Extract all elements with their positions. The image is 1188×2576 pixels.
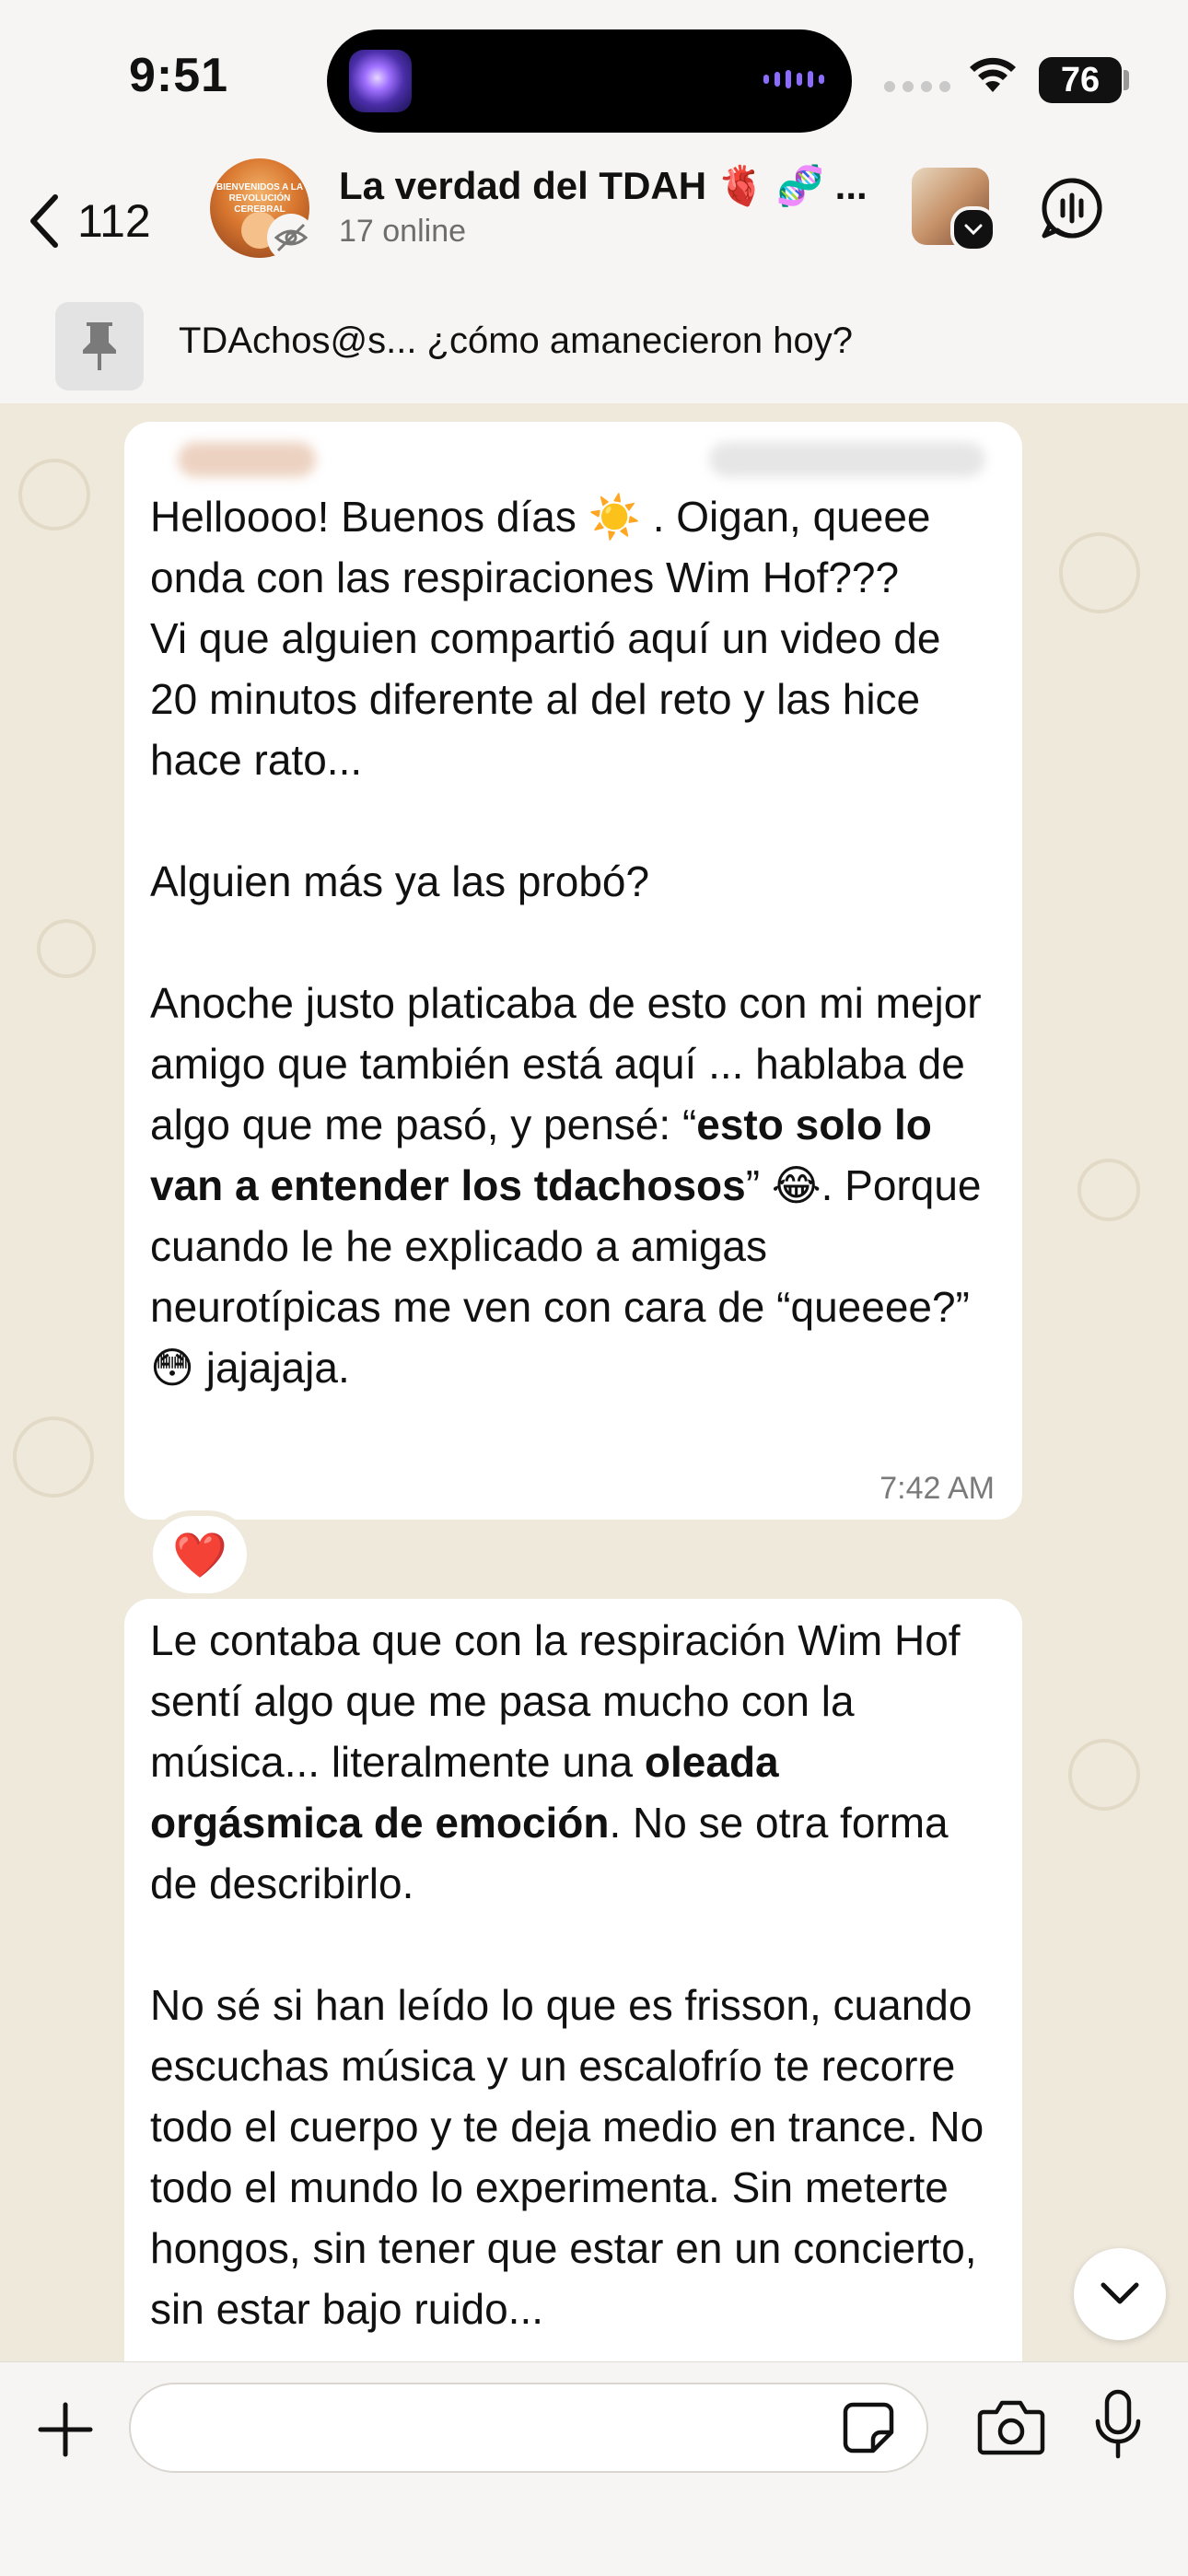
message-timestamp: 7:42 AM — [879, 1471, 995, 1506]
message-text-part: . No se otra forma de describirlo. No sé… — [150, 1799, 984, 2333]
chat-header: 112 BIENVENIDOS A LA REVOLUCIÓN CEREBRAL… — [0, 157, 1188, 286]
group-name[interactable]: La verdad del TDAH 🫀 🧬 ... — [339, 164, 868, 209]
back-button[interactable]: 112 — [28, 175, 151, 267]
pin-icon — [55, 302, 144, 390]
pinned-message-bar[interactable]: TDAchos@s... ¿cómo amanecieron hoy? — [0, 286, 1188, 404]
voice-chat-icon[interactable] — [1039, 175, 1105, 241]
chevron-down-icon — [950, 206, 996, 252]
message-bubble[interactable]: Helloooo! Buenos días ☀️ . Oigan, queee … — [124, 422, 1022, 1520]
microphone-icon[interactable] — [1092, 2388, 1144, 2462]
battery-tip — [1124, 70, 1129, 90]
wallpaper-doodle — [13, 1416, 94, 1498]
wallpaper-doodle — [1059, 532, 1140, 613]
audio-waveform-icon — [763, 70, 824, 88]
dynamic-island[interactable] — [327, 29, 852, 133]
now-playing-app-icon — [349, 50, 412, 112]
scroll-to-bottom-button[interactable] — [1074, 2248, 1166, 2340]
camera-icon[interactable] — [976, 2397, 1046, 2456]
battery-indicator: 76 — [1039, 57, 1122, 103]
status-time: 9:51 — [129, 49, 229, 102]
wallpaper-doodle — [37, 919, 96, 978]
heart-reaction[interactable]: ❤️ — [153, 1516, 247, 1593]
avatar-caption: BIENVENIDOS A LA REVOLUCIÓN CEREBRAL — [215, 182, 304, 215]
message-text-part: Helloooo! Buenos días ☀️ . Oigan, queee … — [150, 493, 982, 1148]
wifi-icon — [970, 57, 1016, 92]
sticker-icon[interactable] — [840, 2399, 897, 2456]
sender-phone-redacted — [709, 442, 985, 477]
message-bubble[interactable]: Le contaba que con la respiración Wim Ho… — [124, 1599, 1022, 2361]
message-text: Le contaba que con la respiración Wim Ho… — [150, 1610, 995, 2339]
chevron-left-icon — [30, 194, 58, 248]
message-input[interactable] — [129, 2383, 928, 2473]
status-bar: 9:51 76 — [0, 0, 1188, 157]
online-count: 17 online — [339, 214, 467, 249]
chat-messages[interactable]: Helloooo! Buenos días ☀️ . Oigan, queee … — [0, 403, 1188, 2361]
message-composer — [0, 2361, 1188, 2576]
hidden-eye-icon — [267, 214, 315, 262]
wallpaper-doodle — [18, 459, 90, 530]
sender-name-redacted — [178, 442, 316, 477]
wallpaper-doodle — [1077, 1159, 1140, 1221]
message-text: Helloooo! Buenos días ☀️ . Oigan, queee … — [150, 486, 995, 1398]
plus-icon — [38, 2402, 93, 2457]
community-thumbnail[interactable] — [912, 168, 996, 252]
pinned-message-text: TDAchos@s... ¿cómo amanecieron hoy? — [179, 321, 854, 361]
chevron-down-icon — [1101, 2282, 1139, 2304]
add-attachment-button[interactable] — [33, 2397, 98, 2462]
unread-count: 112 — [77, 195, 151, 247]
message-text-part: Le contaba que con la respiración Wim Ho… — [150, 1616, 961, 1786]
cellular-signal-icon — [884, 81, 950, 92]
wallpaper-doodle — [1068, 1739, 1140, 1811]
